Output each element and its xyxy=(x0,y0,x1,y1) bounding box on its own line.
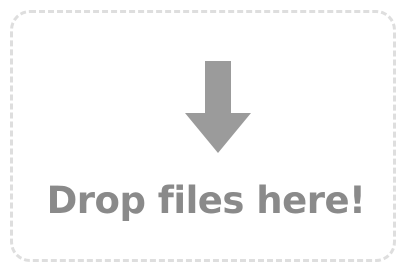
file-dropzone[interactable]: Drop files here! xyxy=(10,10,396,262)
arrow-down-icon xyxy=(183,61,253,157)
dropzone-label: Drop files here! xyxy=(46,179,366,222)
